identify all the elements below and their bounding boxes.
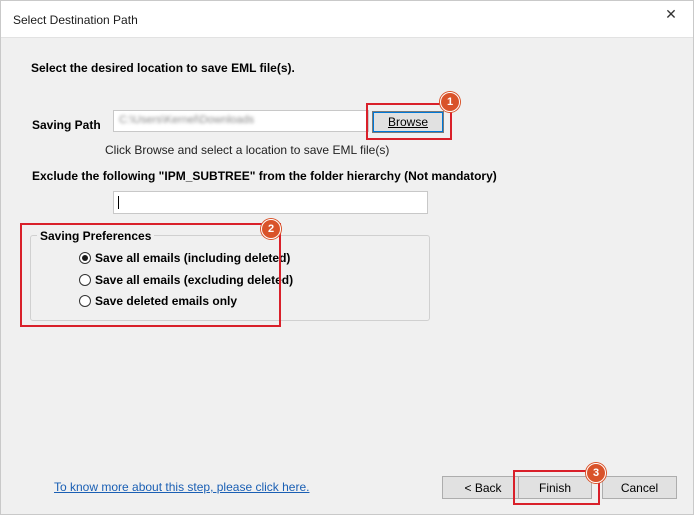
- browse-hint: Click Browse and select a location to sa…: [105, 143, 390, 157]
- highlight-preferences: [20, 223, 281, 327]
- window-title: Select Destination Path: [13, 13, 138, 27]
- saving-path-value: C:\Users\Kernel\Downloads: [119, 114, 255, 126]
- step-badge-2: 2: [261, 219, 281, 239]
- help-link[interactable]: To know more about this step, please cli…: [54, 480, 309, 494]
- exclude-input[interactable]: [113, 191, 428, 214]
- exclude-label: Exclude the following "IPM_SUBTREE" from…: [32, 169, 497, 183]
- dialog-content: Select the desired location to save EML …: [1, 37, 693, 514]
- dialog-window: Select Destination Path ✕ Select the des…: [0, 0, 694, 515]
- highlight-browse: [366, 103, 452, 140]
- text-caret: [118, 196, 119, 209]
- page-heading: Select the desired location to save EML …: [31, 61, 295, 75]
- close-icon[interactable]: ✕: [657, 3, 685, 25]
- cancel-button[interactable]: Cancel: [602, 476, 677, 499]
- saving-path-input[interactable]: C:\Users\Kernel\Downloads: [113, 110, 369, 132]
- title-bar: Select Destination Path ✕: [1, 1, 693, 37]
- back-button[interactable]: < Back: [442, 476, 524, 499]
- step-badge-1: 1: [440, 92, 460, 112]
- saving-path-label: Saving Path: [32, 118, 101, 132]
- step-badge-3: 3: [586, 463, 606, 483]
